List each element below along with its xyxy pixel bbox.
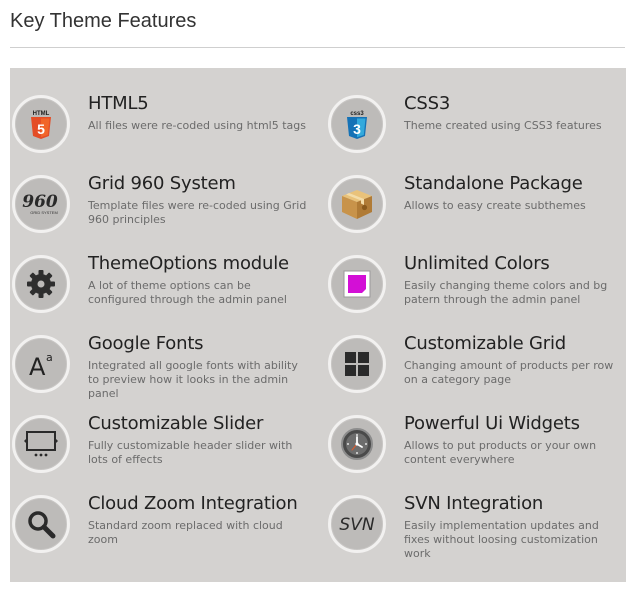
svg-text:5: 5 [37, 121, 45, 137]
grid960-icon-label: 960 [22, 192, 58, 212]
feature-description: All files were re-coded using html5 tags [88, 119, 306, 132]
grid960-icon: 960 GRID SYSTEM [12, 175, 70, 233]
feature-description: Integrated all google fonts with ability… [88, 359, 298, 400]
feature-title: HTML5 [88, 93, 149, 114]
feature-description: Allows to put products or your own conte… [404, 439, 597, 466]
feature-title: Customizable Slider [88, 413, 264, 434]
css3-icon-label: css3 [350, 111, 364, 117]
feature-cloud-zoom: Cloud Zoom Integration Standard zoom rep… [10, 493, 318, 575]
feature-title: CSS3 [404, 93, 451, 114]
feature-google-fonts: A a Google Fonts Integrated all google f… [10, 333, 318, 415]
svg-text:3: 3 [353, 121, 361, 137]
feature-customizable-grid: Customizable Grid Changing amount of pro… [326, 333, 634, 415]
css3-icon: css3 3 [328, 95, 386, 153]
feature-description: Theme created using CSS3 features [404, 119, 602, 132]
feature-description: Standard zoom replaced with cloud zoom [88, 519, 283, 546]
feature-standalone-package: Standalone Package Allows to easy create… [326, 173, 634, 255]
feature-grid960: 960 GRID SYSTEM Grid 960 System Template… [10, 173, 318, 255]
feature-ui-widgets: Powerful Ui Widgets Allows to put produc… [326, 413, 634, 495]
widget-clock-icon [328, 415, 386, 473]
feature-description: Changing amount of products per row on a… [404, 359, 614, 386]
feature-title: Cloud Zoom Integration [88, 493, 298, 514]
package-icon [328, 175, 386, 233]
feature-title: ThemeOptions module [88, 253, 289, 274]
feature-title: Google Fonts [88, 333, 204, 354]
feature-description: Fully customizable header slider with lo… [88, 439, 293, 466]
grid960-icon-sublabel: GRID SYSTEM [30, 210, 58, 215]
feature-unlimited-colors: Unlimited Colors Easily changing theme c… [326, 253, 634, 335]
feature-title: Unlimited Colors [404, 253, 550, 274]
feature-description: Easily changing theme colors and bg pate… [404, 279, 608, 306]
feature-themeoptions: ThemeOptions module A lot of theme optio… [10, 253, 318, 335]
features-panel: HTML 5 HTML5 All files were re-coded usi… [10, 68, 626, 582]
feature-css3: css3 3 CSS3 Theme created using CSS3 fea… [326, 93, 634, 175]
feature-svn: SVN SVN Integration Easily implementatio… [326, 493, 634, 575]
feature-description: Easily implementation updates and fixes … [404, 519, 599, 560]
html5-icon: HTML 5 [12, 95, 70, 153]
feature-title: SVN Integration [404, 493, 544, 514]
svn-icon: SVN [328, 495, 386, 553]
svn-icon-label: SVN [339, 515, 374, 535]
slider-icon [12, 415, 70, 473]
font-icon: A a [12, 335, 70, 393]
color-swatch-icon [328, 255, 386, 313]
feature-description: Template files were re-coded using Grid … [88, 199, 307, 226]
magnifier-icon [12, 495, 70, 553]
gear-icon [12, 255, 70, 313]
feature-html5: HTML 5 HTML5 All files were re-coded usi… [10, 93, 318, 175]
html5-icon-label: HTML [33, 111, 50, 117]
feature-title: Customizable Grid [404, 333, 567, 354]
page-title: Key Theme Features [10, 10, 197, 32]
font-icon-letter: A [29, 353, 46, 379]
font-icon-superscript: a [46, 351, 53, 364]
feature-customizable-slider: Customizable Slider Fully customizable h… [10, 413, 318, 495]
feature-description: A lot of theme options can be configured… [88, 279, 287, 306]
feature-description: Allows to easy create subthemes [404, 199, 586, 212]
feature-title: Powerful Ui Widgets [404, 413, 580, 434]
grid-icon [328, 335, 386, 393]
feature-title: Grid 960 System [88, 173, 236, 194]
title-divider [10, 47, 625, 48]
feature-title: Standalone Package [404, 173, 583, 194]
